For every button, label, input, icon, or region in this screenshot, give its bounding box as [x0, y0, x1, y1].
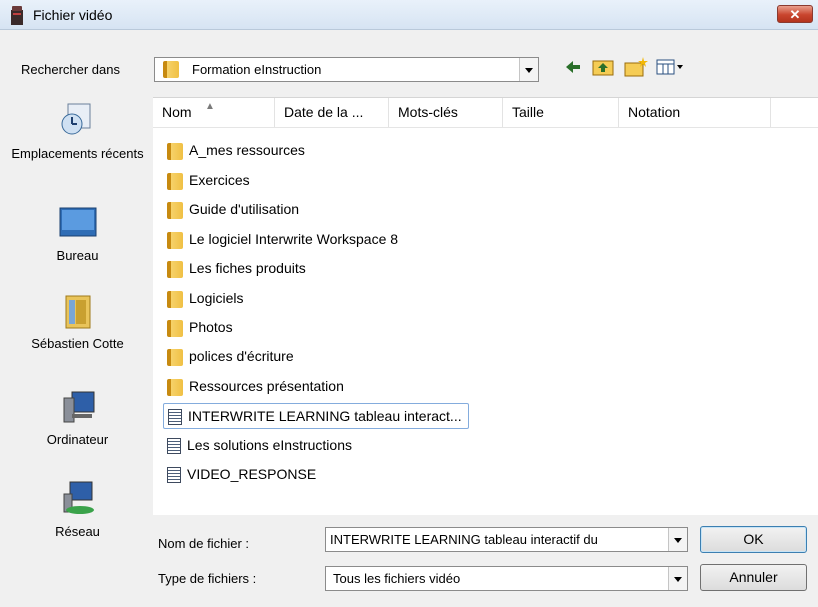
- place-recent[interactable]: Emplacements récents: [9, 102, 146, 162]
- list-item[interactable]: Ressources présentation: [167, 374, 344, 398]
- list-item[interactable]: VIDEO_RESPONSE: [167, 462, 316, 486]
- folder-icon: [167, 201, 183, 219]
- folder-icon: [167, 231, 183, 249]
- place-network-label: Réseau: [55, 524, 100, 539]
- place-network[interactable]: Réseau: [9, 480, 146, 540]
- folder-icon: [167, 348, 183, 366]
- computer-icon: [58, 388, 98, 426]
- user-folder-icon: [58, 292, 98, 330]
- list-item[interactable]: Logiciels: [167, 286, 243, 310]
- list-item[interactable]: Guide d'utilisation: [167, 197, 299, 221]
- folder-icon: [167, 172, 183, 190]
- folder-icon: [167, 290, 183, 308]
- list-item[interactable]: Photos: [167, 315, 233, 339]
- list-item[interactable]: Les solutions eInstructions: [167, 433, 352, 457]
- place-desktop-label: Bureau: [56, 248, 99, 263]
- filetype-value: Tous les fichiers vidéo: [333, 571, 461, 586]
- list-item[interactable]: Exercices: [167, 168, 250, 192]
- file-list[interactable]: ▲ Nom Date de la ... Mots-clés Taille No…: [153, 97, 818, 515]
- window-title: Fichier vidéo: [33, 7, 113, 23]
- lookin-value: Formation eInstruction: [192, 62, 322, 77]
- filename-label: Nom de fichier :: [158, 536, 250, 551]
- column-name[interactable]: ▲ Nom: [153, 98, 275, 127]
- cancel-button[interactable]: Annuler: [700, 564, 807, 591]
- up-folder-icon[interactable]: [592, 55, 614, 79]
- chevron-down-icon[interactable]: [668, 528, 687, 551]
- folder-icon: [167, 319, 183, 337]
- filetype-label: Type de fichiers :: [158, 571, 257, 586]
- place-user[interactable]: Sébastien Cotte: [9, 292, 146, 352]
- view-menu-icon[interactable]: [656, 55, 686, 79]
- place-computer-label: Ordinateur: [46, 432, 109, 447]
- column-date[interactable]: Date de la ...: [275, 98, 389, 127]
- list-item[interactable]: Le logiciel Interwrite Workspace 8: [167, 227, 398, 251]
- place-desktop[interactable]: Bureau: [9, 204, 146, 264]
- list-item[interactable]: polices d'écriture: [167, 344, 294, 368]
- list-item[interactable]: A_mes ressources: [167, 138, 305, 162]
- title-bar: Fichier vidéo ✕: [0, 0, 818, 30]
- column-tags[interactable]: Mots-clés: [389, 98, 503, 127]
- column-rating[interactable]: Notation: [619, 98, 771, 127]
- sort-ascending-icon: ▲: [205, 101, 215, 112]
- filetype-select[interactable]: Tous les fichiers vidéo: [325, 566, 688, 591]
- filename-value: INTERWRITE LEARNING tableau interactif d…: [330, 532, 598, 547]
- recent-places-icon: [58, 102, 98, 140]
- column-header: ▲ Nom Date de la ... Mots-clés Taille No…: [153, 98, 818, 128]
- new-folder-icon[interactable]: [624, 55, 648, 79]
- video-file-icon: [167, 438, 181, 455]
- folder-icon: [167, 260, 183, 278]
- back-arrow-icon[interactable]: [564, 55, 582, 79]
- folder-icon: [163, 61, 179, 78]
- place-recent-label: Emplacements récents: [11, 146, 144, 161]
- close-icon: ✕: [789, 7, 801, 22]
- network-icon: [58, 480, 98, 518]
- desktop-icon: [58, 204, 98, 242]
- folder-icon: [167, 378, 183, 396]
- place-user-label: Sébastien Cotte: [31, 336, 124, 351]
- place-computer[interactable]: Ordinateur: [9, 388, 146, 448]
- list-item[interactable]: Les fiches produits: [167, 256, 306, 280]
- video-file-icon: [167, 467, 181, 484]
- lookin-label: Rechercher dans: [21, 62, 120, 77]
- chevron-down-icon[interactable]: [519, 58, 538, 81]
- chevron-down-icon[interactable]: [668, 567, 687, 590]
- places-bar: Emplacements récents Bureau Sébastien Co…: [9, 88, 146, 603]
- video-file-icon: [11, 6, 23, 25]
- ok-button[interactable]: OK: [700, 526, 807, 553]
- video-file-icon: [168, 409, 182, 426]
- column-size[interactable]: Taille: [503, 98, 619, 127]
- folder-icon: [167, 142, 183, 160]
- lookin-combo[interactable]: Formation eInstruction: [154, 57, 539, 82]
- close-button[interactable]: ✕: [777, 5, 813, 23]
- list-item-selected[interactable]: INTERWRITE LEARNING tableau interact...: [163, 403, 469, 429]
- filename-input[interactable]: INTERWRITE LEARNING tableau interactif d…: [325, 527, 688, 552]
